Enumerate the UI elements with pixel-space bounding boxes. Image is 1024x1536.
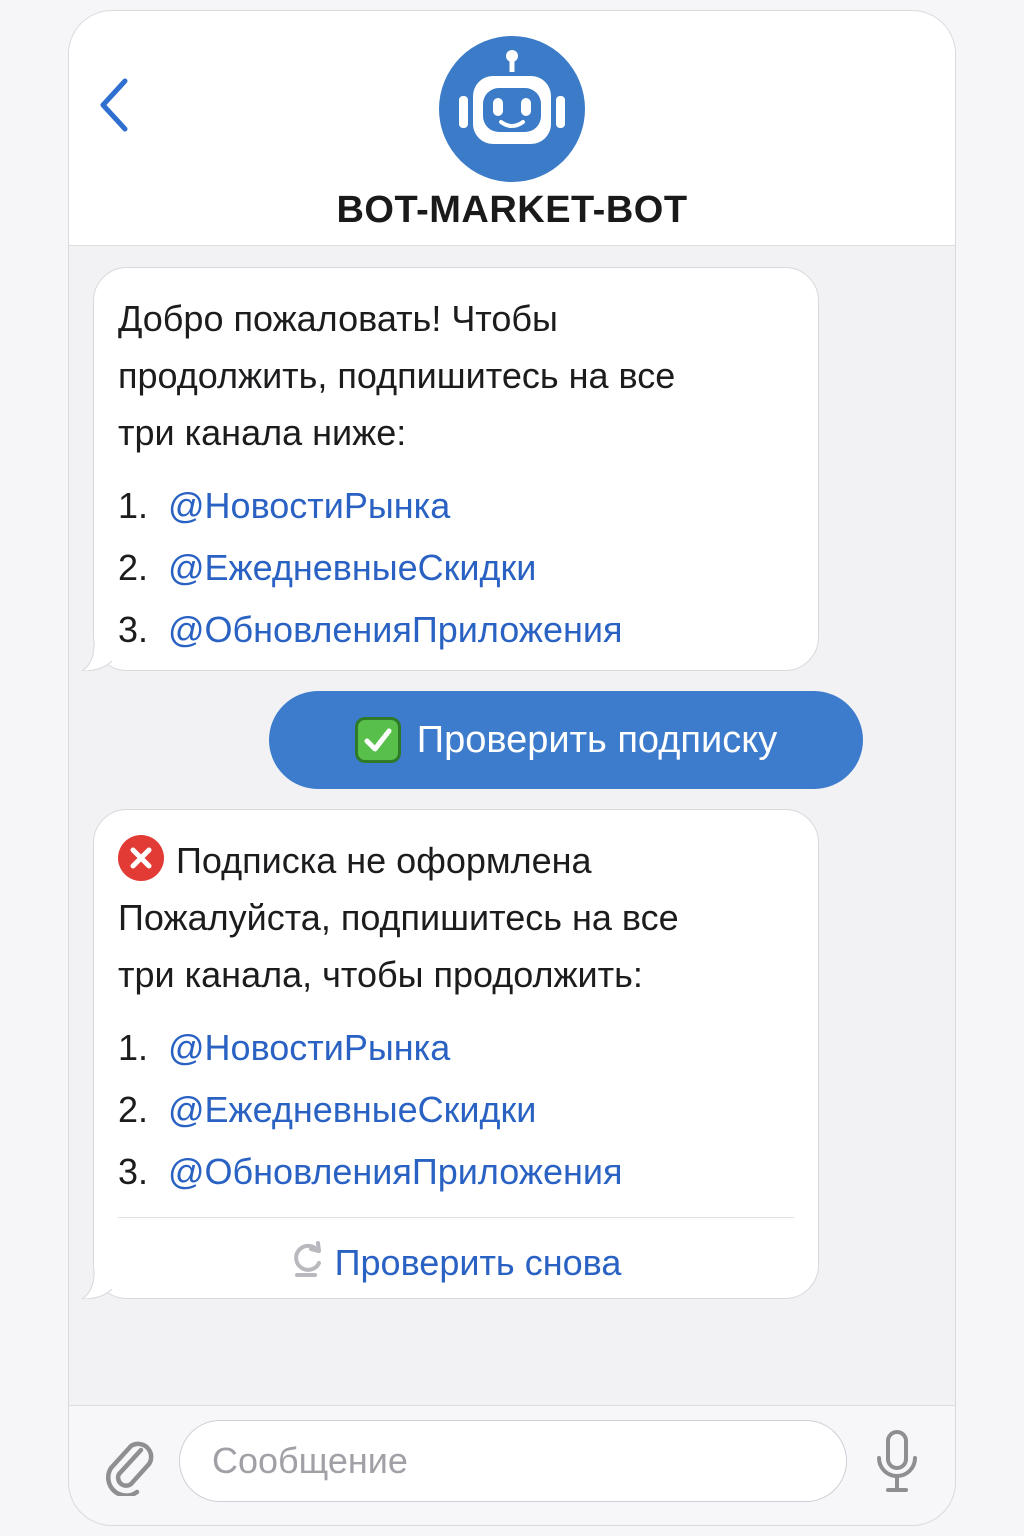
attach-button[interactable] — [101, 1432, 155, 1498]
chat-window: BOT-MARKET-BOT Добро пожаловать! Чтобы п… — [68, 10, 956, 1526]
back-button[interactable] — [95, 77, 135, 133]
list-number: 1. — [118, 485, 149, 526]
error-message-text: Подписка не оформлена Пожалуйста, подпиш… — [118, 832, 794, 1003]
channel-list-item: 3. @ОбновленияПриложения — [118, 599, 794, 661]
message-line: продолжить, подпишитесь на все — [118, 355, 676, 396]
paperclip-icon — [106, 1441, 154, 1498]
channel-list-item: 1. @НовостиРынка — [118, 1017, 794, 1079]
channel-link-novosti-rynka[interactable]: @НовостиРынка — [168, 485, 450, 526]
message-input[interactable] — [179, 1420, 847, 1502]
message-input-bar — [69, 1405, 955, 1525]
message-line: три канала ниже: — [118, 412, 407, 453]
microphone-icon — [877, 1430, 917, 1492]
microphone-button[interactable] — [875, 1428, 919, 1496]
chat-header: BOT-MARKET-BOT — [69, 11, 955, 246]
welcome-message-text: Добро пожаловать! Чтобы продолжить, подп… — [118, 290, 794, 461]
bot-avatar[interactable] — [439, 36, 585, 182]
channel-link-novosti-rynka[interactable]: @НовостиРынка — [168, 1027, 450, 1068]
channel-list-item: 3. @ОбновленияПриложения — [118, 1141, 794, 1203]
chevron-left-icon — [100, 78, 128, 132]
welcome-message-bubble: Добро пожаловать! Чтобы продолжить, подп… — [82, 267, 819, 671]
bot-name: BOT-MARKET-BOT — [336, 189, 688, 231]
list-number: 3. — [118, 1151, 149, 1192]
channel-list: 1. @НовостиРынка 2. @ЕжедневныеСкидки 3. @О… — [118, 475, 794, 661]
list-number: 3. — [118, 609, 149, 650]
list-number: 2. — [118, 547, 149, 588]
channel-list-item: 2. @ЕжедневныеСкидки — [118, 537, 794, 599]
check-mark-icon — [354, 717, 401, 763]
message-line: Пожалуйста, подпишитесь на все — [118, 897, 679, 938]
refresh-icon — [291, 1239, 325, 1288]
channel-link-obnovleniya-prilozheniya[interactable]: @ОбновленияПриложения — [168, 1151, 623, 1192]
message-line: Добро пожаловать! Чтобы — [118, 298, 558, 339]
error-title: Подписка не оформлена — [176, 840, 592, 881]
error-title-line: Подписка не оформлена — [118, 832, 794, 889]
message-line: три канала, чтобы продолжить: — [118, 954, 643, 995]
bubble-tail — [82, 1273, 112, 1299]
channel-list-item: 1. @НовостиРынка — [118, 475, 794, 537]
check-subscription-button[interactable]: Проверить подписку — [269, 691, 863, 789]
channel-list: 1. @НовостиРынка 2. @ЕжедневныеСкидки 3. @О… — [118, 1017, 794, 1203]
robot-icon — [459, 50, 565, 144]
cross-mark-icon — [118, 835, 164, 881]
channel-list-item: 2. @ЕжедневныеСкидки — [118, 1079, 794, 1141]
list-number: 1. — [118, 1027, 149, 1068]
check-subscription-label: Проверить подписку — [416, 718, 778, 761]
error-message-bubble: Подписка не оформлена Пожалуйста, подпиш… — [82, 809, 819, 1299]
check-again-button[interactable]: Проверить снова — [118, 1218, 794, 1308]
check-again-label: Проверить снова — [334, 1242, 622, 1283]
channel-link-ezhednevnye-skidki[interactable]: @ЕжедневныеСкидки — [168, 547, 536, 588]
bubble-tail — [82, 645, 112, 671]
list-number: 2. — [118, 1089, 149, 1130]
channel-link-obnovleniya-prilozheniya[interactable]: @ОбновленияПриложения — [168, 609, 623, 650]
channel-link-ezhednevnye-skidki[interactable]: @ЕжедневныеСкидки — [168, 1089, 536, 1130]
